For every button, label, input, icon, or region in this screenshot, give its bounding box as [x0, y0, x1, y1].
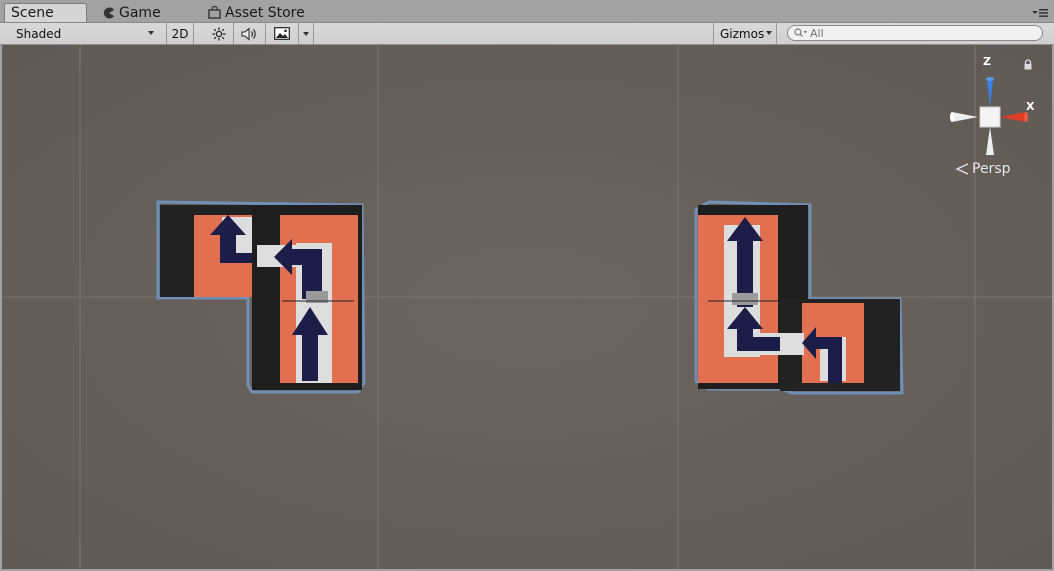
shopping-bag-icon — [208, 6, 221, 19]
search-icon — [794, 28, 807, 37]
scene-toolbar: Shaded 2D Gizmos — [0, 23, 1054, 45]
projection-toggle[interactable]: Persp — [955, 161, 1011, 177]
gizmos-label: Gizmos — [720, 26, 765, 41]
neg-z-axis-cone[interactable] — [986, 127, 994, 155]
tab-asset-store-label: Asset Store — [225, 4, 305, 21]
image-icon — [274, 27, 290, 40]
tab-asset-store[interactable]: Asset Store — [208, 3, 305, 22]
tab-game[interactable]: Game — [103, 3, 161, 22]
lighting-toggle-button[interactable] — [204, 23, 234, 44]
axis-label-z: Z — [983, 55, 991, 68]
toggle-2d-button[interactable]: 2D — [166, 23, 194, 44]
marker — [732, 293, 758, 305]
gizmo-center-cube[interactable] — [979, 106, 1001, 128]
gizmos-dropdown[interactable]: Gizmos — [713, 23, 777, 44]
draw-mode-label: Shaded — [16, 26, 62, 41]
chevron-down-icon — [303, 31, 309, 36]
axis-label-x: X — [1026, 100, 1035, 113]
x-axis-cone[interactable] — [1000, 112, 1026, 122]
search-input[interactable] — [810, 26, 1010, 40]
z-axis-cone[interactable] — [987, 79, 993, 107]
effects-toggle-button[interactable] — [266, 23, 298, 44]
neg-x-axis-cone[interactable] — [952, 112, 978, 122]
scene-canvas[interactable] — [2, 45, 1052, 569]
tab-scene-label: Scene — [11, 5, 54, 21]
draw-mode-dropdown[interactable]: Shaded — [8, 23, 158, 44]
tab-bar: Scene Game Asset Store — [0, 0, 1054, 23]
chevron-down-icon — [148, 31, 154, 35]
menu-icon[interactable] — [1032, 8, 1048, 18]
projection-label: Persp — [972, 161, 1011, 177]
toggle-2d-label: 2D — [171, 26, 189, 41]
scene-viewport[interactable]: Z X Persp — [2, 45, 1052, 569]
effects-dropdown[interactable] — [298, 23, 314, 44]
lock-icon[interactable] — [1023, 59, 1033, 70]
chevron-down-icon — [766, 31, 772, 35]
chevron-left-icon — [955, 163, 969, 175]
tab-scene[interactable]: Scene — [4, 3, 87, 22]
pacman-icon — [103, 7, 114, 18]
speaker-icon — [241, 26, 256, 41]
tab-game-label: Game — [119, 4, 161, 21]
audio-toggle-button[interactable] — [234, 23, 266, 44]
sun-icon — [212, 27, 225, 40]
search-field[interactable] — [787, 25, 1043, 41]
